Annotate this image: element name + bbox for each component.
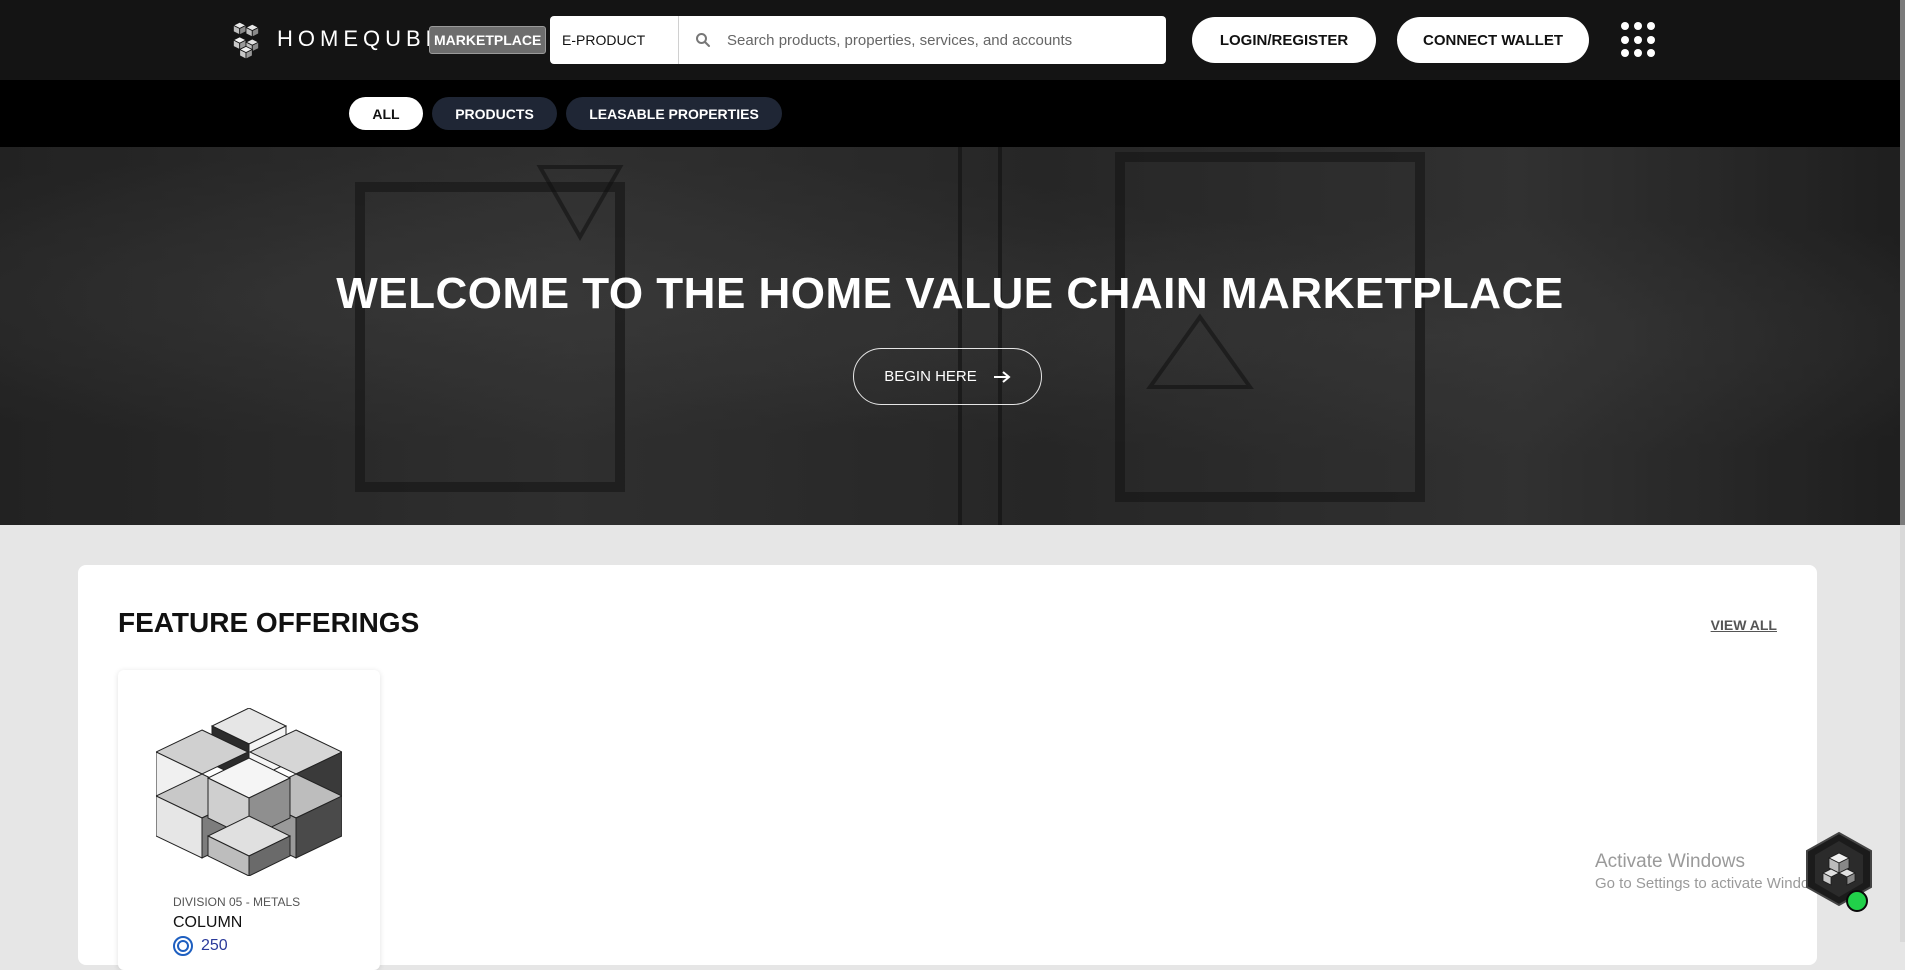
search-bar: E-PRODUCT: [550, 16, 1166, 64]
product-name: COLUMN: [173, 914, 243, 931]
cube-logo-icon: [232, 21, 260, 60]
category-nav: ALL PRODUCTS LEASABLE PROPERTIES: [0, 80, 1900, 147]
top-header: HOMEQUBE MARKETPLACE E-PRODUCT LOGIN/REG…: [0, 0, 1900, 80]
watermark-line-1: Activate Windows: [1595, 851, 1745, 872]
view-all-link[interactable]: VIEW ALL: [1711, 617, 1777, 633]
brand-name: HOMEQUBE: [277, 26, 446, 51]
arrow-right-icon: [993, 370, 1011, 383]
category-tab-products[interactable]: PRODUCTS: [432, 97, 557, 130]
category-tab-all[interactable]: ALL: [349, 97, 423, 130]
product-price: 250: [173, 936, 228, 956]
windows-activation-watermark: Activate Windows Go to Settings to activ…: [1595, 851, 1832, 892]
hero-banner: WELCOME TO THE HOME VALUE CHAIN MARKETPL…: [0, 147, 1900, 525]
hero-background-image: [0, 147, 1900, 525]
marketplace-badge: MARKETPLACE: [429, 26, 547, 54]
connect-wallet-button[interactable]: CONNECT WALLET: [1397, 17, 1589, 63]
product-price-value: 250: [201, 937, 228, 954]
begin-here-button[interactable]: BEGIN HERE: [853, 348, 1042, 405]
category-tab-leasable-properties[interactable]: LEASABLE PROPERTIES: [566, 97, 782, 130]
search-icon[interactable]: [679, 32, 727, 48]
product-image: [156, 708, 342, 876]
brand-logo[interactable]: HOMEQUBE: [225, 18, 445, 60]
search-input[interactable]: [727, 31, 1166, 49]
login-register-button[interactable]: LOGIN/REGISTER: [1192, 17, 1376, 63]
begin-here-label: BEGIN HERE: [884, 368, 977, 385]
product-card[interactable]: DIVISION 05 - METALS COLUMN 250: [118, 670, 380, 970]
search-category-select[interactable]: E-PRODUCT: [550, 16, 679, 64]
feature-offerings-panel: FEATURE OFFERINGS VIEW ALL DIVISION 05 -…: [78, 565, 1817, 970]
section-title: FEATURE OFFERINGS: [118, 607, 420, 638]
product-category: DIVISION 05 - METALS: [173, 895, 301, 909]
watermark-line-2: Go to Settings to activate Windows.: [1595, 875, 1832, 892]
grid-dots-icon[interactable]: [1621, 22, 1657, 58]
scrollbar-thumb[interactable]: [1900, 0, 1905, 525]
online-status-dot: [1846, 890, 1868, 912]
hero-title: WELCOME TO THE HOME VALUE CHAIN MARKETPL…: [336, 269, 1564, 318]
token-icon: [173, 936, 193, 956]
